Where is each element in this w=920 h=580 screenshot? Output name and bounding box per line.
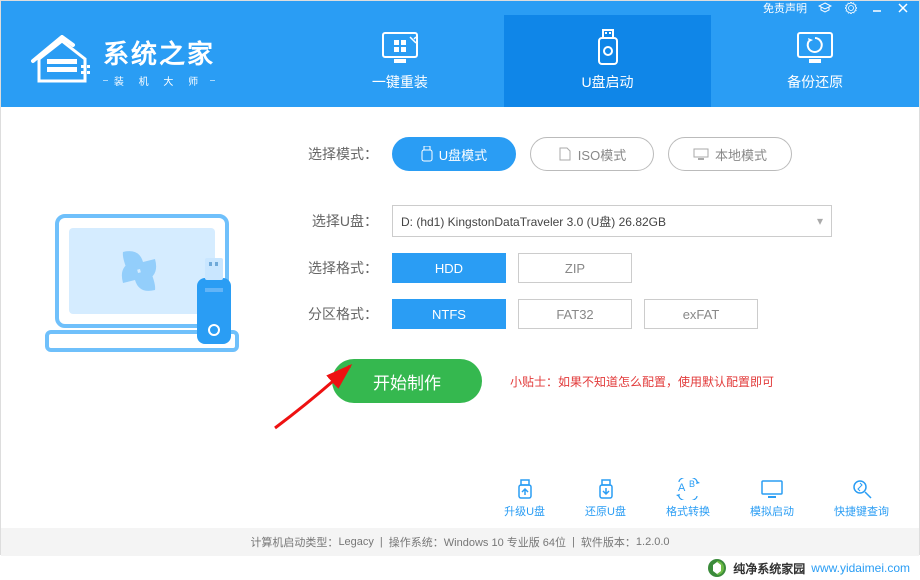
usb-icon [586, 30, 630, 66]
fs-ntfs-button[interactable]: NTFS [392, 299, 506, 329]
tab-reinstall-label: 一键重装 [372, 72, 428, 92]
status-os-value: Windows 10 专业版 64位 [444, 534, 566, 550]
tool-convert[interactable]: AB 格式转换 [666, 478, 710, 519]
brand-icon [707, 558, 727, 578]
tab-backup-label: 备份还原 [787, 72, 843, 92]
mode-local-button[interactable]: 本地模式 [668, 137, 792, 171]
house-icon [31, 35, 93, 87]
mode-usb-button[interactable]: U盘模式 [392, 137, 516, 171]
titlebar: 免责声明 [1, 1, 919, 15]
backup-icon [793, 30, 837, 66]
close-button[interactable] [895, 2, 911, 14]
fs-label: 分区格式： [296, 304, 378, 324]
usb-select-value: D: (hd1) KingstonDataTraveler 3.0 (U盘) 2… [401, 213, 666, 230]
tool-restore[interactable]: 还原U盘 [585, 478, 626, 519]
file-icon [558, 147, 572, 161]
tool-hotkey[interactable]: 快捷键查询 [834, 478, 889, 519]
tab-backup[interactable]: 备份还原 [711, 15, 919, 107]
logo-title: 系统之家 [103, 34, 215, 71]
mode-iso-button[interactable]: ISO模式 [530, 137, 654, 171]
mode-local-label: 本地模式 [715, 145, 767, 164]
fs-fat32-button[interactable]: FAT32 [518, 299, 632, 329]
tool-emulate[interactable]: 模拟启动 [750, 478, 794, 519]
svg-text:B: B [689, 479, 695, 489]
mode-label: 选择模式： [296, 144, 378, 164]
header: 系统之家 装 机 大 师 一键重装 U盘启动 备份还原 [1, 15, 919, 107]
start-button[interactable]: 开始制作 [332, 359, 482, 403]
disclaimer-link[interactable]: 免责声明 [763, 0, 807, 16]
upgrade-usb-icon [512, 478, 538, 500]
app-window: 免责声明 系统之家 装 机 大 师 [0, 0, 920, 555]
format-label: 选择格式： [296, 258, 378, 278]
reinstall-icon [378, 30, 422, 66]
settings-icon[interactable] [843, 2, 859, 14]
logo-subtitle: 装 机 大 师 [114, 73, 204, 88]
tip-text: 小贴士：如果不知道怎么配置，使用默认配置即可 [510, 373, 774, 390]
monitor-icon [693, 148, 709, 160]
format-zip-button[interactable]: ZIP [518, 253, 632, 283]
convert-icon: AB [675, 478, 701, 500]
hotkey-icon [849, 478, 875, 500]
chevron-down-icon: ▾ [817, 214, 823, 228]
usb-select[interactable]: D: (hd1) KingstonDataTraveler 3.0 (U盘) 2… [392, 205, 832, 237]
graduation-icon[interactable] [817, 2, 833, 14]
minimize-button[interactable] [869, 2, 885, 14]
watermark: 纯净系统家园 www.yidaimei.com [707, 558, 910, 578]
main-panel: 选择模式： U盘模式 ISO模式 本地模式 选择U盘： D: (h [296, 107, 919, 468]
statusbar: 计算机启动类型： Legacy | 操作系统： Windows 10 专业版 6… [1, 528, 919, 556]
mode-usb-label: U盘模式 [439, 145, 487, 164]
fs-exfat-button[interactable]: exFAT [644, 299, 758, 329]
mode-iso-label: ISO模式 [578, 145, 626, 164]
bottom-toolbar: 升级U盘 还原U盘 AB 格式转换 模拟启动 快捷键查询 [1, 468, 919, 528]
emulate-icon [759, 478, 785, 500]
status-boot-value: Legacy [338, 536, 373, 548]
main-tabs: 一键重装 U盘启动 备份还原 [296, 15, 919, 107]
tool-upgrade[interactable]: 升级U盘 [504, 478, 545, 519]
usb-small-icon [421, 146, 433, 162]
watermark-url: www.yidaimei.com [811, 561, 910, 575]
tab-usbboot-label: U盘启动 [581, 72, 633, 92]
svg-text:A: A [678, 482, 686, 494]
tab-usbboot[interactable]: U盘启动 [504, 15, 712, 107]
usb-select-label: 选择U盘： [296, 211, 378, 231]
start-button-label: 开始制作 [373, 369, 441, 394]
tab-reinstall[interactable]: 一键重装 [296, 15, 504, 107]
format-hdd-button[interactable]: HDD [392, 253, 506, 283]
logo: 系统之家 装 机 大 师 [1, 34, 296, 88]
illustration [1, 107, 296, 468]
status-ver-value: 1.2.0.0 [636, 536, 670, 548]
restore-usb-icon [593, 478, 619, 500]
content: 选择模式： U盘模式 ISO模式 本地模式 选择U盘： D: (h [1, 107, 919, 468]
